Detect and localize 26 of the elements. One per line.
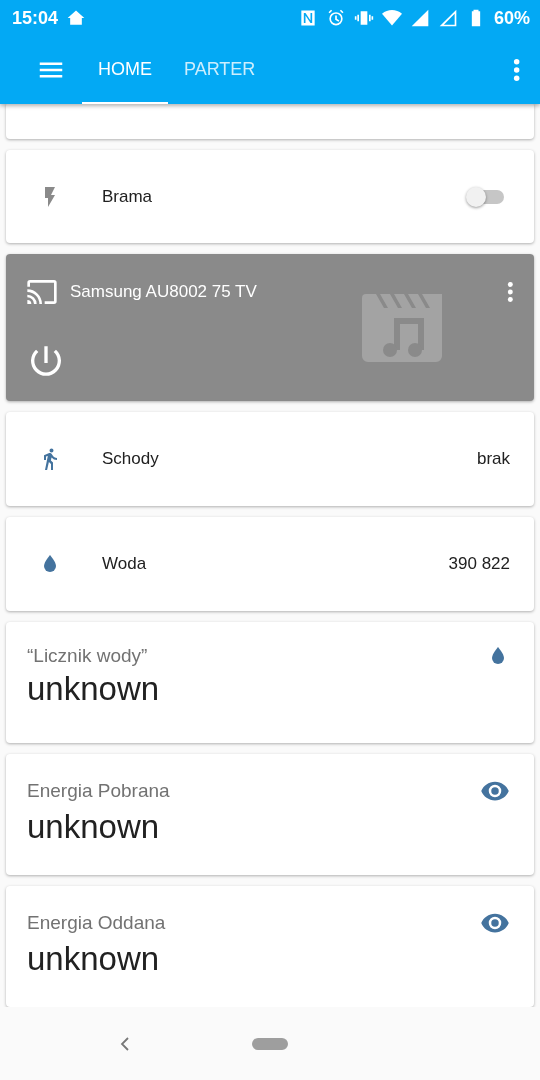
- signal-outline-icon: [437, 8, 458, 28]
- sensor-state: unknown: [27, 808, 161, 846]
- house-icon: [66, 8, 87, 28]
- signal-icon: [409, 8, 430, 28]
- wifi-icon: [381, 8, 402, 28]
- clock-time: 15:04: [12, 7, 59, 29]
- sensor-name: Energia Oddana: [27, 912, 166, 934]
- more-vertical-icon: [512, 59, 520, 81]
- sensor-name: “Licznik wody”: [27, 645, 148, 667]
- sensor-state: unknown: [27, 940, 161, 978]
- home-pill[interactable]: [252, 1037, 288, 1050]
- more-vertical-icon: [507, 282, 514, 302]
- entity-value: brak: [476, 449, 510, 469]
- sensor-name: Energia Pobrana: [27, 780, 170, 802]
- entity-value: 390 822: [448, 554, 510, 574]
- media-player-name: Samsung AU8002 75 TV: [70, 282, 258, 302]
- back-button[interactable]: [118, 1035, 132, 1052]
- back-icon: [118, 1035, 132, 1052]
- vibrate-icon: [353, 8, 374, 28]
- tab[interactable]: PARTER: [168, 36, 272, 104]
- more-button[interactable]: [507, 282, 514, 302]
- entity-name: Schody: [102, 449, 160, 469]
- entity-name: Woda: [102, 554, 148, 574]
- battery-percent: 60%: [493, 7, 530, 29]
- sensor-state: unknown: [27, 670, 161, 708]
- entity-name: Brama: [102, 186, 154, 207]
